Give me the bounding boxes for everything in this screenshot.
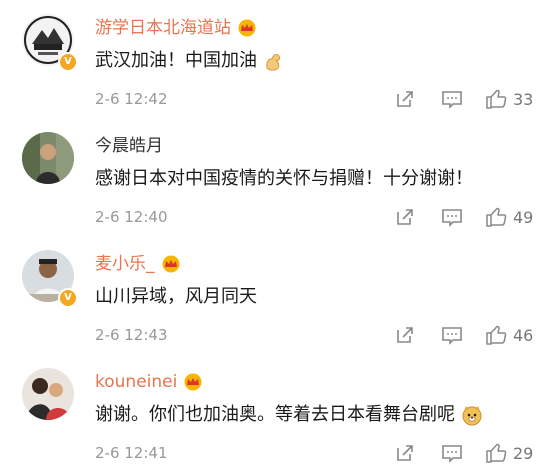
comment-text: 武汉加油！中国加油	[95, 48, 285, 74]
timestamp: 2-6 12:40	[95, 208, 168, 226]
like-button[interactable]: 33	[485, 88, 533, 110]
like-count: 33	[513, 89, 534, 109]
comment-icon	[442, 445, 462, 463]
like-count: 46	[513, 325, 534, 345]
like-button[interactable]: 46	[485, 324, 533, 346]
share-icon	[397, 91, 413, 107]
comment-text: 感谢日本对中国疫情的关怀与捐赠！十分谢谢！	[95, 168, 473, 189]
vip-crown-icon	[162, 255, 179, 273]
comment-item: V 麦小乐_ 山川异域，风月同天 2-6 12:43 46	[0, 236, 553, 354]
share-icon	[397, 445, 413, 461]
comment-button[interactable]	[441, 324, 463, 346]
username[interactable]: 今晨皓月	[95, 134, 163, 158]
timestamp: 2-6 12:41	[95, 444, 168, 462]
like-count: 49	[513, 207, 534, 227]
comment-button[interactable]	[441, 442, 463, 464]
vip-crown-icon	[238, 19, 256, 37]
comment-text: 谢谢。你们也加油奥。等着去日本看舞台剧呢	[95, 402, 483, 428]
share-button[interactable]	[395, 442, 415, 464]
username[interactable]: 麦小乐_	[95, 252, 155, 276]
comment-icon	[442, 327, 462, 345]
flexed-biceps-icon	[266, 54, 281, 71]
vip-crown-icon	[184, 373, 202, 391]
timestamp: 2-6 12:42	[95, 90, 168, 108]
thumbs-up-icon	[486, 89, 507, 109]
comment-item: V 游学日本北海道站 武汉加油！中国加油 2-6 12:42 33	[0, 0, 553, 118]
comment-button[interactable]	[441, 88, 463, 110]
comment-list: V 游学日本北海道站 武汉加油！中国加油 2-6 12:42 33 今晨皓月 感…	[0, 0, 553, 473]
verified-badge-icon: V	[58, 288, 78, 308]
comment-icon	[442, 209, 462, 227]
share-button[interactable]	[395, 206, 415, 228]
share-icon	[397, 327, 413, 343]
verified-badge-icon: V	[58, 52, 78, 72]
like-button[interactable]: 49	[485, 206, 533, 228]
thumbs-up-icon	[486, 207, 507, 227]
doge-icon	[462, 406, 482, 426]
avatar[interactable]	[22, 132, 74, 184]
share-icon	[397, 209, 413, 225]
comment-text: 山川异域，风月同天	[95, 286, 257, 307]
share-button[interactable]	[395, 324, 415, 346]
like-button[interactable]: 29	[485, 442, 533, 464]
username[interactable]: 游学日本北海道站	[95, 16, 231, 40]
comment-item: kouneinei 谢谢。你们也加油奥。等着去日本看舞台剧呢 2-6 12:41	[0, 354, 553, 472]
avatar[interactable]	[22, 368, 74, 420]
username[interactable]: kouneinei	[95, 370, 177, 394]
share-button[interactable]	[395, 88, 415, 110]
thumbs-up-icon	[486, 325, 507, 345]
like-count: 29	[513, 443, 534, 463]
timestamp: 2-6 12:43	[95, 326, 168, 344]
thumbs-up-icon	[486, 443, 507, 463]
comment-item: 今晨皓月 感谢日本对中国疫情的关怀与捐赠！十分谢谢！ 2-6 12:40 49	[0, 118, 553, 236]
comment-button[interactable]	[441, 206, 463, 228]
comment-icon	[442, 91, 462, 109]
